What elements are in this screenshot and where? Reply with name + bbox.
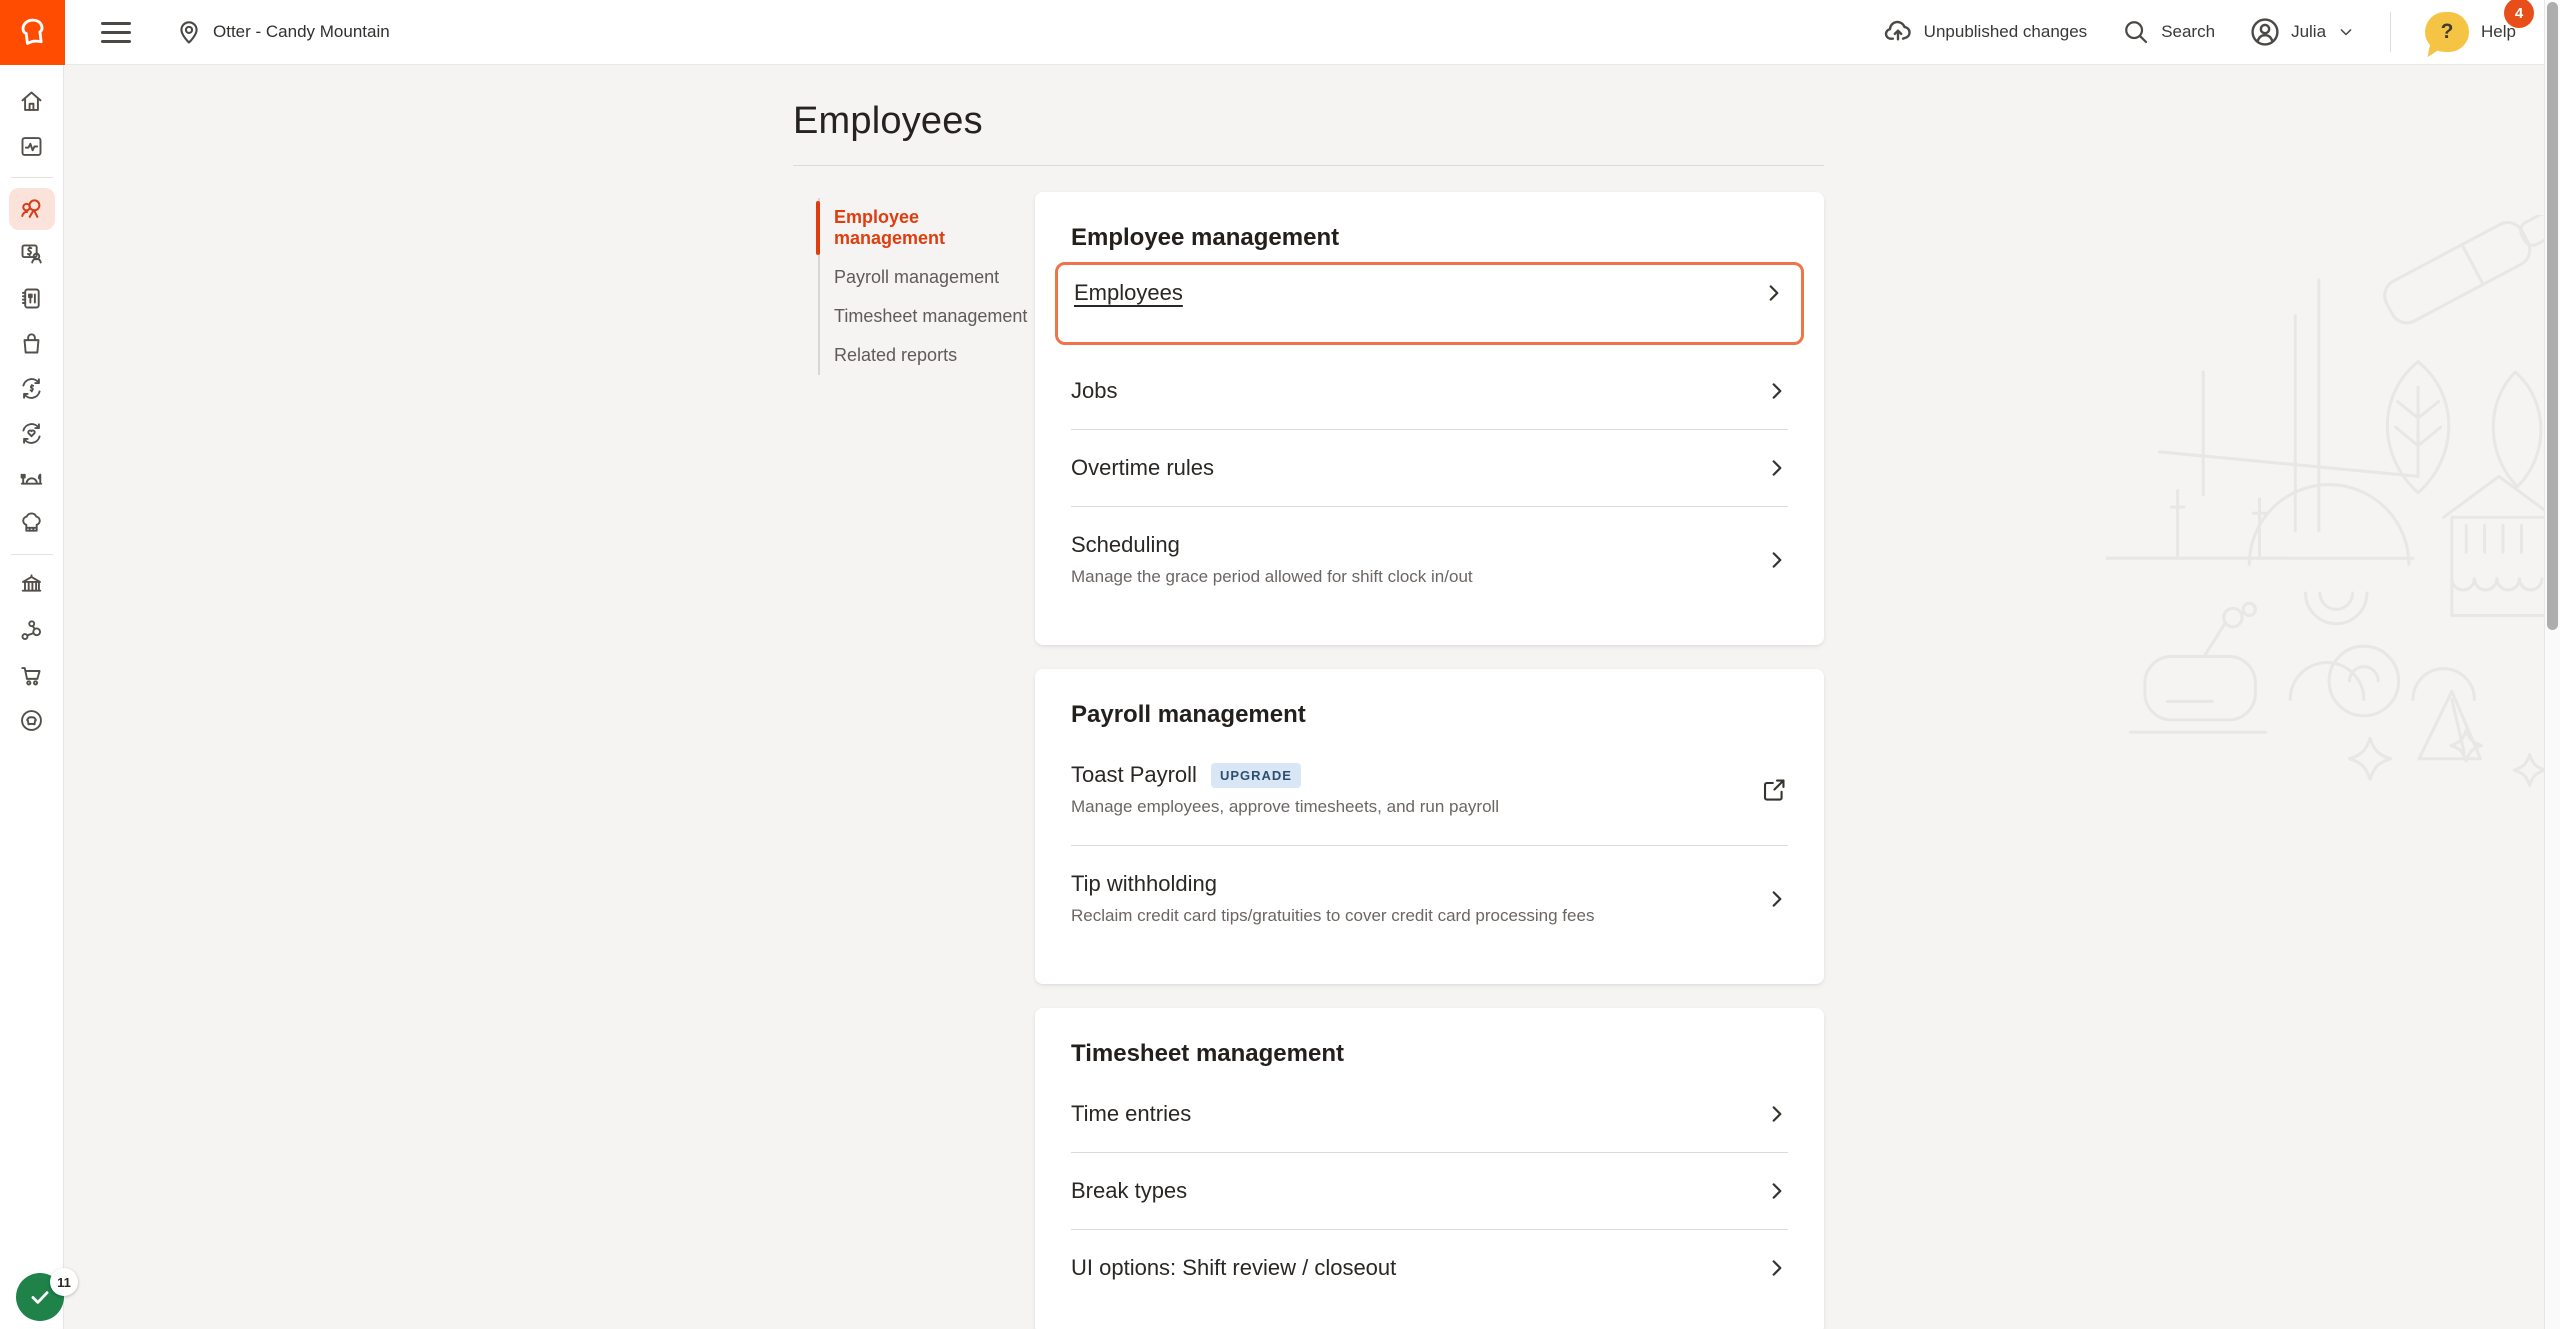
row-subtitle: Manage employees, approve timesheets, an… <box>1071 797 1499 817</box>
unpublished-changes-button[interactable]: Unpublished changes <box>1882 16 2088 48</box>
chevron-down-icon <box>2336 22 2356 42</box>
row-overtime-rules[interactable]: Overtime rules <box>1071 429 1788 506</box>
chevron-right-icon <box>1766 888 1788 910</box>
user-avatar-icon <box>2249 16 2281 48</box>
row-subtitle: Reclaim credit card tips/gratuities to c… <box>1071 906 1594 926</box>
user-menu[interactable]: Julia <box>2249 16 2356 48</box>
sidebar-item-integrations[interactable] <box>0 608 64 653</box>
card-title: Employee management <box>1071 224 1788 252</box>
payroll-icon <box>18 240 45 267</box>
subnav-item-related-reports[interactable]: Related reports <box>820 336 1035 375</box>
vertical-scrollbar[interactable] <box>2544 0 2560 1329</box>
row-break-types[interactable]: Break types <box>1071 1152 1788 1229</box>
card-title: Timesheet management <box>1071 1040 1788 1068</box>
main-content: Employees Employee management Payroll ma… <box>64 65 2560 1329</box>
hamburger-icon <box>101 22 131 25</box>
sidebar <box>0 65 64 1329</box>
sidebar-item-takeout[interactable] <box>0 321 64 366</box>
chevron-right-icon <box>1766 1180 1788 1202</box>
chef-hat-icon <box>18 510 45 537</box>
row-employees[interactable]: Employees <box>1055 262 1804 345</box>
location-selector[interactable]: Otter - Candy Mountain <box>175 18 390 46</box>
page-content: Employees Employee management Payroll ma… <box>793 65 1824 1329</box>
row-tip-withholding[interactable]: Tip withholding Reclaim credit card tips… <box>1071 845 1788 956</box>
location-pin-icon <box>175 18 203 46</box>
sidebar-item-kitchen[interactable] <box>0 501 64 546</box>
sidebar-item-marketing[interactable] <box>0 411 64 456</box>
row-ui-options-shift-review[interactable]: UI options: Shift review / closeout <box>1071 1229 1788 1306</box>
card-title: Payroll management <box>1071 701 1788 729</box>
sidebar-item-home[interactable] <box>0 79 64 124</box>
sidebar-item-payroll[interactable] <box>0 231 64 276</box>
toast-bread-icon <box>14 13 52 51</box>
sidebar-item-reports[interactable] <box>0 124 64 169</box>
row-toast-payroll[interactable]: Toast Payroll UPGRADE Manage employees, … <box>1071 737 1788 845</box>
takeout-bag-icon <box>18 330 45 357</box>
sidebar-item-menus[interactable] <box>0 276 64 321</box>
share-network-icon <box>18 617 45 644</box>
external-link-icon <box>1760 776 1788 804</box>
chevron-right-icon <box>1766 380 1788 402</box>
help-notification-badge: 4 <box>2504 0 2534 28</box>
search-button[interactable]: Search <box>2121 17 2215 47</box>
title-divider <box>793 165 1824 166</box>
background-illustration <box>2106 215 2546 795</box>
section-subnav: Employee management Payroll management T… <box>793 192 1035 375</box>
publish-count-badge: 11 <box>50 1268 78 1296</box>
chevron-right-icon <box>1763 282 1785 304</box>
scrollbar-thumb[interactable] <box>2547 2 2558 630</box>
row-scheduling[interactable]: Scheduling Manage the grace period allow… <box>1071 506 1788 617</box>
bank-icon <box>18 572 45 599</box>
home-icon <box>18 88 45 115</box>
subnav-item-timesheet-management[interactable]: Timesheet management <box>820 297 1035 336</box>
dining-icon <box>18 465 45 492</box>
card-payroll-management: Payroll management Toast Payroll UPGRADE… <box>1035 669 1824 984</box>
subnav-item-employee-management[interactable]: Employee management <box>820 198 1035 258</box>
topbar-right: Unpublished changes Search Julia ? Help <box>1882 12 2560 52</box>
cloud-upload-icon <box>1882 16 1914 48</box>
sidebar-item-payments[interactable] <box>0 366 64 411</box>
row-subtitle: Manage the grace period allowed for shif… <box>1071 567 1473 587</box>
sidebar-item-employees[interactable] <box>0 186 64 231</box>
unpublished-changes-label: Unpublished changes <box>1924 22 2088 42</box>
menu-book-icon <box>18 285 45 312</box>
card-employee-management: Employee management Employees Jobs Overt… <box>1035 192 1824 645</box>
sidebar-divider <box>11 177 53 178</box>
employees-icon <box>18 195 45 222</box>
user-name: Julia <box>2291 22 2326 42</box>
loyalty-cycle-icon <box>18 420 45 447</box>
chevron-right-icon <box>1766 1257 1788 1279</box>
location-label: Otter - Candy Mountain <box>213 22 390 42</box>
subnav-item-payroll-management[interactable]: Payroll management <box>820 258 1035 297</box>
toast-logo[interactable] <box>0 0 65 65</box>
analytics-icon <box>18 133 45 160</box>
topbar: Otter - Candy Mountain Unpublished chang… <box>0 0 2560 65</box>
page-title: Employees <box>793 99 1824 143</box>
sidebar-divider <box>11 554 53 555</box>
search-label: Search <box>2161 22 2215 42</box>
upgrade-badge: UPGRADE <box>1211 763 1301 788</box>
chevron-right-icon <box>1766 549 1788 571</box>
payments-cycle-icon <box>18 375 45 402</box>
cards-column: Employee management Employees Jobs Overt… <box>1035 192 1824 1329</box>
employees-link[interactable]: Employees <box>1074 280 1183 306</box>
sidebar-item-front-of-house[interactable] <box>0 456 64 501</box>
cart-icon <box>18 662 45 689</box>
row-jobs[interactable]: Jobs <box>1071 353 1788 429</box>
row-time-entries[interactable]: Time entries <box>1071 1076 1788 1152</box>
search-icon <box>2121 17 2151 47</box>
help-button[interactable]: ? Help 4 <box>2425 12 2530 52</box>
checkmark-icon <box>27 1284 53 1310</box>
topbar-divider <box>2390 12 2391 52</box>
sidebar-item-banking[interactable] <box>0 563 64 608</box>
toast-circle-icon <box>18 707 45 734</box>
sidebar-item-shop[interactable] <box>0 653 64 698</box>
card-timesheet-management: Timesheet management Time entries Break … <box>1035 1008 1824 1329</box>
chevron-right-icon <box>1766 457 1788 479</box>
publish-changes-button[interactable]: 11 <box>16 1273 64 1321</box>
help-bubble-icon: ? <box>2425 12 2469 52</box>
sidebar-item-toast-account[interactable] <box>0 698 64 743</box>
chevron-right-icon <box>1766 1103 1788 1125</box>
hamburger-menu-button[interactable] <box>101 12 131 53</box>
